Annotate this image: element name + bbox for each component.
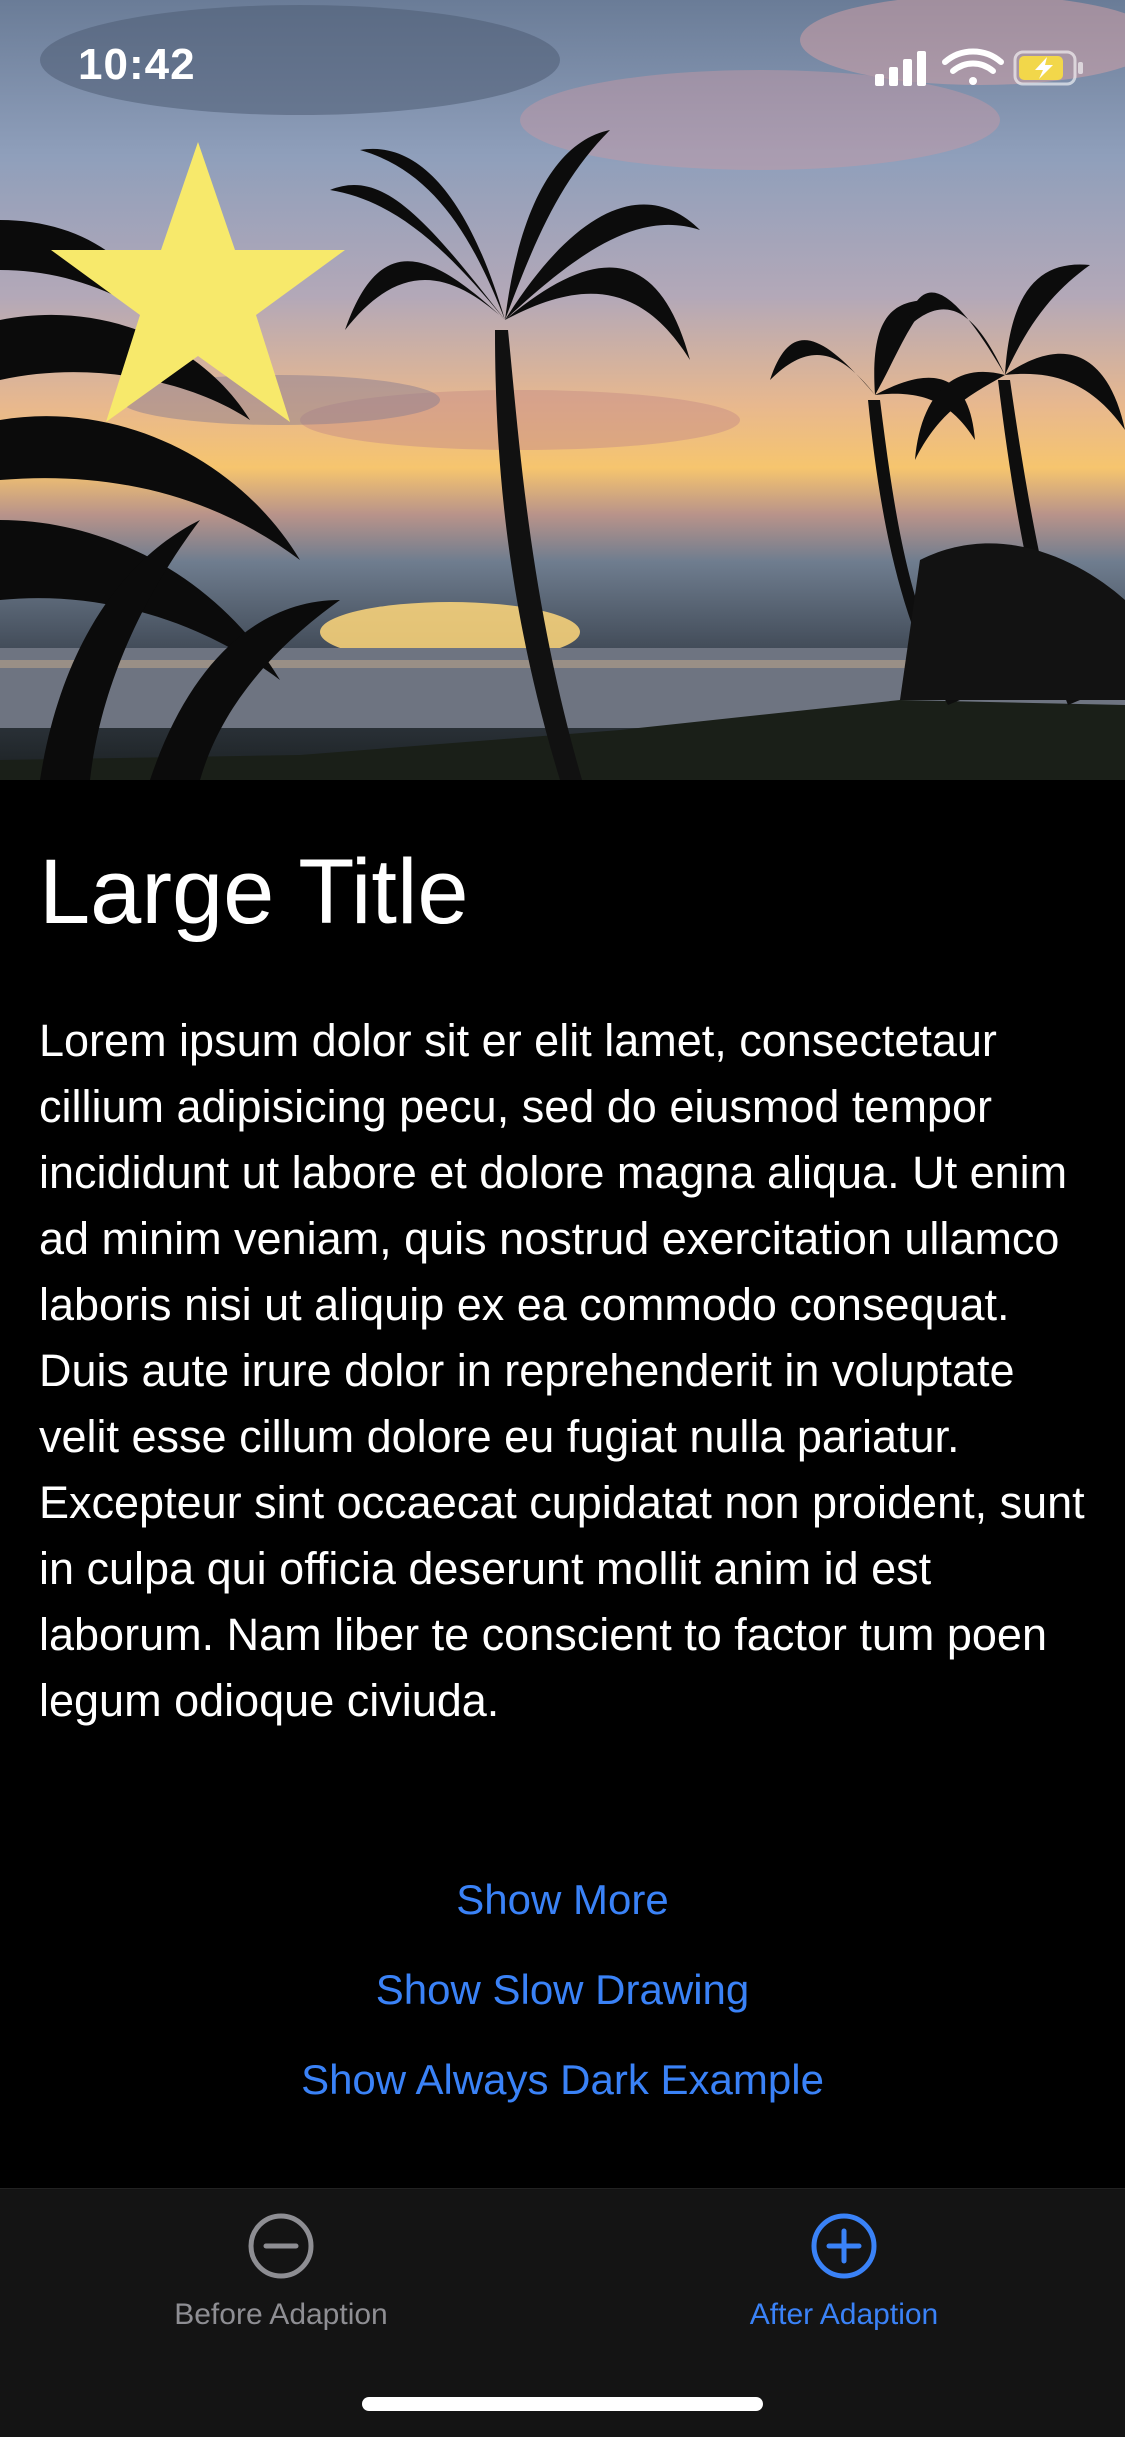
- tab-after-adaption[interactable]: After Adaption: [563, 2211, 1125, 2332]
- tab-label-before-adaption: Before Adaption: [174, 2298, 388, 2331]
- plus-circle-icon: [811, 2213, 877, 2279]
- status-time: 10:42: [78, 40, 196, 89]
- body-text: Lorem ipsum dolor sit er elit lamet, con…: [39, 1015, 1085, 1726]
- show-slow-drawing-button[interactable]: Show Slow Drawing: [0, 1966, 1125, 2014]
- signal-icon: [875, 51, 926, 86]
- battery-charging-icon: [1013, 50, 1083, 86]
- show-more-button[interactable]: Show More: [0, 1876, 1125, 1924]
- status-icons: [875, 48, 1085, 93]
- status-bar: 10:42: [0, 0, 1125, 135]
- show-always-dark-button[interactable]: Show Always Dark Example: [0, 2056, 1125, 2104]
- minus-circle-icon: [248, 2213, 314, 2279]
- tab-before-adaption[interactable]: Before Adaption: [0, 2211, 562, 2332]
- wifi-icon: [942, 48, 1004, 85]
- page-title: Large Title: [39, 841, 469, 943]
- home-indicator: [362, 2397, 763, 2411]
- tab-label-after-adaption: After Adaption: [749, 2298, 939, 2331]
